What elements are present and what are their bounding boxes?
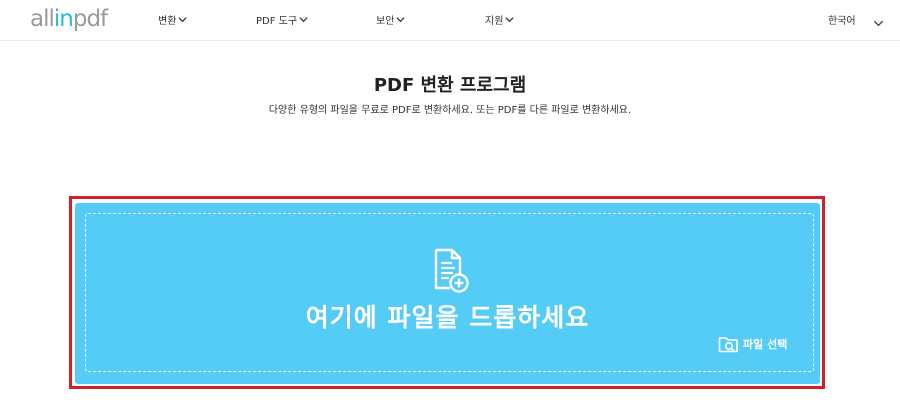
chevron-down-icon [505, 15, 514, 24]
language-chevron-icon[interactable] [873, 14, 884, 27]
folder-search-icon [718, 334, 740, 354]
logo-text-all: all [30, 6, 55, 32]
allinpdf-logo[interactable]: allinpdf [30, 4, 108, 34]
nav-pdf-tools-label: PDF 도구 [256, 16, 298, 27]
logo-text-pdf: pdf [72, 6, 108, 32]
nav-support-label: 지원 [485, 16, 504, 27]
select-file-button[interactable]: 파일 선택 [718, 334, 787, 354]
chevron-down-icon [178, 15, 187, 24]
nav-convert-label: 변환 [158, 16, 177, 27]
page-subtitle: 다양한 유형의 파일을 무료로 PDF로 변환하세요. 또는 PDF를 다른 파… [268, 105, 632, 116]
drop-zone-text: 여기에 파일을 드롭하세요 [305, 303, 590, 332]
logo-text-in: in [53, 6, 74, 32]
top-header: allinpdf 변환 PDF 도구 보안 지원 한국어 [0, 0, 900, 41]
nav-pdf-tools[interactable]: PDF 도구 [256, 12, 308, 27]
nav-convert[interactable]: 변환 [158, 12, 187, 27]
language-selector[interactable]: 한국어 [828, 12, 856, 27]
nav-security-label: 보안 [376, 16, 395, 27]
chevron-down-icon [299, 15, 308, 24]
file-drop-zone[interactable]: 여기에 파일을 드롭하세요 파일 선택 [75, 203, 820, 384]
nav-security[interactable]: 보안 [376, 12, 405, 27]
select-file-label: 파일 선택 [743, 338, 788, 351]
chevron-down-icon [396, 15, 405, 24]
nav-support[interactable]: 지원 [485, 12, 514, 27]
add-file-icon [430, 248, 470, 293]
page-title: PDF 변환 프로그램 [373, 75, 527, 96]
